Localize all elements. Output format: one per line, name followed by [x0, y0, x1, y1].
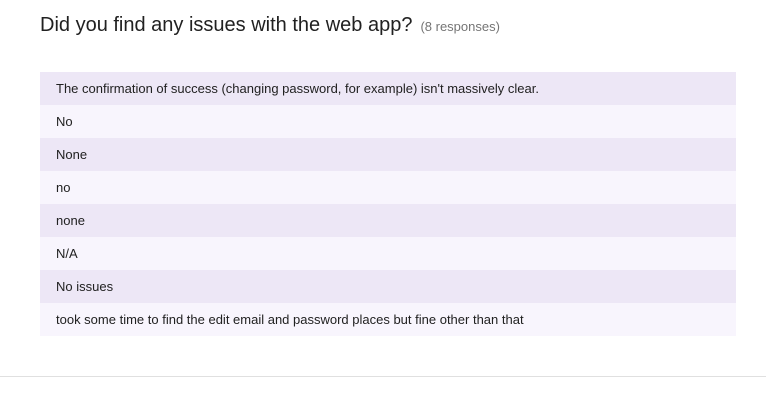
response-list: The confirmation of success (changing pa… — [40, 72, 736, 336]
question-summary-card: Did you find any issues with the web app… — [0, 0, 766, 407]
response-count: (8 responses) — [420, 19, 500, 34]
response-item: No — [40, 105, 736, 138]
response-item: no — [40, 171, 736, 204]
response-item: none — [40, 204, 736, 237]
card-divider — [0, 376, 766, 377]
response-item: No issues — [40, 270, 736, 303]
response-item: None — [40, 138, 736, 171]
response-item: The confirmation of success (changing pa… — [40, 72, 736, 105]
question-header: Did you find any issues with the web app… — [40, 14, 500, 37]
response-item: took some time to find the edit email an… — [40, 303, 736, 336]
response-item: N/A — [40, 237, 736, 270]
question-title: Did you find any issues with the web app… — [40, 14, 413, 36]
